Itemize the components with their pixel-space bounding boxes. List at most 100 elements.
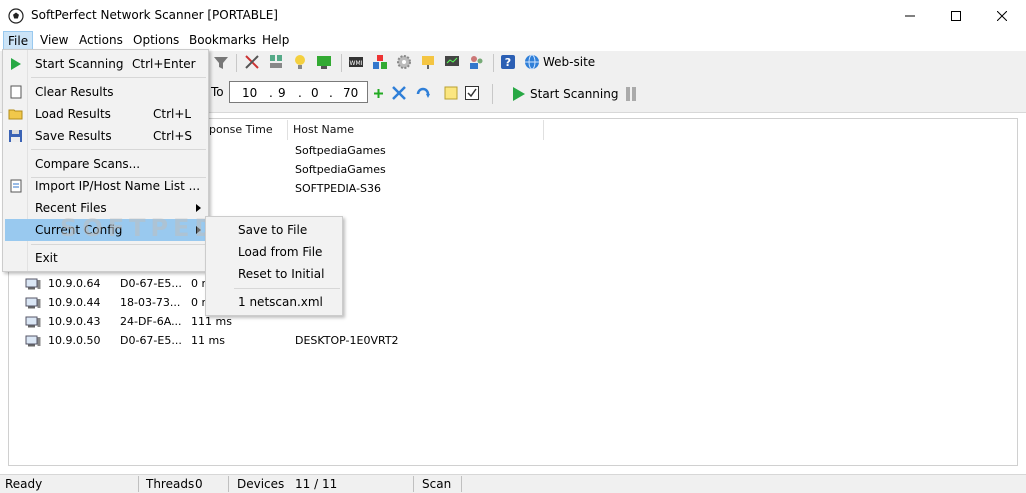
- start-scanning-button[interactable]: Start Scanning: [510, 85, 618, 103]
- toolbar-separator: [493, 54, 494, 72]
- ip-monitor-icon[interactable]: [316, 54, 332, 70]
- globe-icon[interactable]: [524, 54, 540, 70]
- document-icon: [10, 85, 22, 99]
- floppy-disk-icon: [9, 130, 22, 142]
- play-icon: [513, 87, 525, 101]
- devices-value: 11 / 11: [295, 477, 338, 491]
- menu-label: Import IP/Host Name List ...: [35, 179, 201, 193]
- submenu-recent-config[interactable]: 1 netscan.xml: [206, 291, 342, 313]
- menu-shortcut: Ctrl+S: [153, 129, 193, 143]
- status-separator: [228, 476, 229, 492]
- share-icon[interactable]: [420, 54, 436, 70]
- menu-shortcut: Ctrl+L: [153, 107, 192, 121]
- row-mac: D0-67-E5...: [120, 334, 182, 347]
- submenu-save-to-file[interactable]: Save to File: [206, 219, 342, 241]
- row-ip: 10.9.0.44: [48, 296, 101, 309]
- menu-label: Load from File: [238, 245, 323, 259]
- menu-load-results[interactable]: Load Results Ctrl+L: [3, 103, 208, 125]
- maximize-icon: [951, 10, 961, 21]
- ip-dot: .: [269, 86, 273, 100]
- menu-exit[interactable]: Exit: [3, 247, 208, 269]
- list-icon: [10, 179, 22, 193]
- menu-actions[interactable]: Actions: [75, 31, 127, 50]
- column-host-name[interactable]: Host Name: [293, 120, 354, 140]
- add-range-icon[interactable]: [374, 89, 383, 98]
- app-icon: [8, 8, 24, 24]
- row-ip: 10.9.0.43: [48, 315, 101, 328]
- threads-value: 0: [195, 477, 203, 491]
- checkbox-icon[interactable]: [464, 85, 480, 101]
- ip-octet-3: 0: [311, 86, 319, 100]
- column-divider[interactable]: [543, 120, 544, 140]
- website-link[interactable]: Web-site: [543, 54, 595, 70]
- svg-text:WMI: WMI: [350, 60, 363, 67]
- row-host-name: SoftpediaGames: [295, 163, 386, 176]
- row-host-name: SOFTPEDIA-S36: [295, 182, 382, 195]
- window-title: SoftPerfect Network Scanner [PORTABLE]: [31, 8, 278, 22]
- toolbar-separator: [341, 54, 342, 72]
- threads-label: Threads: [146, 477, 195, 491]
- blocks-icon[interactable]: [372, 54, 388, 70]
- note-icon[interactable]: [443, 85, 459, 101]
- menu-label: Exit: [35, 251, 58, 265]
- help-icon[interactable]: ?: [500, 54, 516, 70]
- menu-label: Load Results: [35, 107, 111, 121]
- status-ready: Ready: [5, 477, 43, 491]
- close-icon: [997, 10, 1007, 21]
- users-icon[interactable]: [468, 54, 484, 70]
- menu-start-scanning[interactable]: Start Scanning Ctrl+Enter: [3, 53, 208, 75]
- menu-clear-results[interactable]: Clear Results: [3, 81, 208, 103]
- menu-compare-scans[interactable]: Compare Scans...: [3, 153, 208, 175]
- submenu-arrow-icon: [196, 204, 201, 212]
- filter-icon[interactable]: [213, 55, 229, 71]
- row-host-name: DESKTOP-1E0VRT2: [295, 334, 399, 347]
- menu-separator: [31, 244, 206, 245]
- menu-label: Start Scanning: [35, 57, 124, 71]
- submenu-reset-to-initial[interactable]: Reset to Initial: [206, 263, 342, 285]
- menu-file[interactable]: File: [3, 31, 34, 50]
- ip-dot: .: [329, 86, 333, 100]
- status-separator: [413, 476, 414, 492]
- minimize-button[interactable]: [887, 0, 933, 31]
- folder-icon: [8, 109, 23, 120]
- menu-label: Compare Scans...: [35, 157, 141, 171]
- menu-import-list[interactable]: Import IP/Host Name List ...: [3, 175, 208, 197]
- menu-label: Save Results: [35, 129, 112, 143]
- menu-options[interactable]: Options: [129, 31, 183, 50]
- row-mac: 24-DF-6A...: [120, 315, 182, 328]
- menu-label: Save to File: [238, 223, 308, 237]
- column-divider[interactable]: [287, 120, 288, 140]
- lightbulb-icon[interactable]: [292, 54, 308, 70]
- menu-view[interactable]: View: [36, 31, 72, 50]
- pause-icon[interactable]: [623, 86, 639, 102]
- start-scanning-label: Start Scanning: [530, 87, 619, 101]
- menu-save-results[interactable]: Save Results Ctrl+S: [3, 125, 208, 147]
- submenu-load-from-file[interactable]: Load from File: [206, 241, 342, 263]
- settings-icon[interactable]: [396, 54, 412, 70]
- close-button[interactable]: [979, 0, 1025, 31]
- toolbar-separator: [492, 84, 493, 104]
- menu-label: Clear Results: [35, 85, 114, 99]
- tools-icon[interactable]: [244, 54, 260, 70]
- play-icon: [11, 58, 21, 70]
- network-icon[interactable]: [268, 54, 284, 70]
- ip-dot: .: [298, 86, 302, 100]
- refresh-icon[interactable]: [415, 85, 431, 101]
- ip-octet-2: 9: [278, 86, 286, 100]
- menu-help[interactable]: Help: [258, 31, 293, 50]
- monitor-icon[interactable]: [444, 54, 460, 70]
- menu-label: Reset to Initial: [238, 267, 325, 281]
- scan-label: Scan: [422, 477, 452, 491]
- row-ip: 10.9.0.64: [48, 277, 101, 290]
- menu-bookmarks[interactable]: Bookmarks: [185, 31, 260, 50]
- ip-range-icon[interactable]: [391, 85, 407, 101]
- maximize-button[interactable]: [933, 0, 979, 31]
- ip-to-field[interactable]: 10 . 9 . 0 . 70: [229, 81, 368, 103]
- column-response-time[interactable]: ponse Time: [209, 120, 273, 140]
- row-response-time: 11 ms: [191, 334, 225, 347]
- devices-label: Devices: [237, 477, 285, 491]
- menu-separator: [234, 288, 340, 289]
- computer-icon: [25, 316, 41, 328]
- wmi-icon[interactable]: WMI: [348, 54, 364, 70]
- row-mac: D0-67-E5...: [120, 277, 182, 290]
